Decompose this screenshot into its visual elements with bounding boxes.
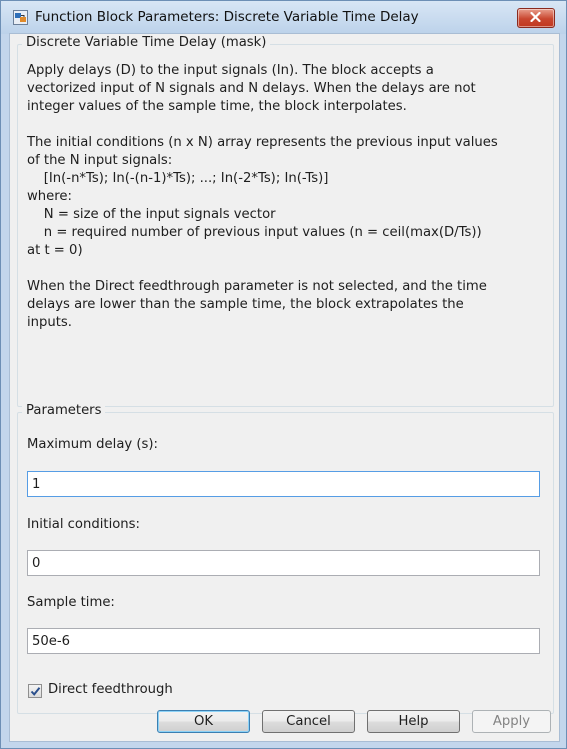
description-line: integer values of the sample time, the b…	[27, 99, 407, 114]
description-line: When the Direct feedthrough parameter is…	[27, 279, 487, 294]
description-line: N = size of the input signals vector	[27, 207, 276, 222]
dialog-window: Function Block Parameters: Discrete Vari…	[0, 0, 567, 749]
max-delay-input[interactable]	[27, 471, 540, 497]
description-line: delays are lower than the sample time, t…	[27, 297, 464, 312]
parameters-heading: Parameters	[22, 403, 106, 418]
sample-time-label: Sample time:	[27, 595, 115, 610]
description-line: [In(-n*Ts); In(-(n-1)*Ts); ...; In(-2*Ts…	[27, 171, 329, 186]
close-icon	[530, 12, 541, 22]
description-line: vectorized input of N signals and N dela…	[27, 81, 476, 96]
description-line: of the N input signals:	[27, 153, 173, 168]
parameters-group: Parameters Maximum delay (s): Initial co…	[17, 403, 554, 714]
description-line: n = required number of previous input va…	[27, 225, 482, 240]
help-button[interactable]: Help	[367, 710, 460, 733]
description-line: at t = 0)	[27, 243, 83, 258]
ok-button[interactable]: OK	[157, 710, 250, 733]
description-line: where:	[27, 189, 72, 204]
initial-conditions-input[interactable]	[27, 550, 540, 576]
description-line: The initial conditions (n x N) array rep…	[27, 135, 498, 150]
cancel-button[interactable]: Cancel	[262, 710, 355, 733]
window-title: Function Block Parameters: Discrete Vari…	[35, 9, 419, 25]
description-line: Apply delays (D) to the input signals (I…	[27, 63, 434, 78]
apply-button[interactable]: Apply	[472, 710, 551, 733]
dialog-content: Discrete Variable Time Delay (mask) Appl…	[9, 33, 560, 742]
initial-conditions-label: Initial conditions:	[27, 517, 140, 532]
simulink-block-icon	[13, 10, 28, 25]
description-line: inputs.	[27, 315, 72, 330]
direct-feedthrough-label: Direct feedthrough	[48, 682, 173, 697]
direct-feedthrough-checkbox[interactable]	[28, 684, 42, 698]
max-delay-label: Maximum delay (s):	[27, 437, 158, 452]
description-group: Discrete Variable Time Delay (mask) Appl…	[17, 35, 554, 407]
checkmark-icon	[30, 687, 41, 696]
close-button[interactable]	[517, 8, 555, 28]
sample-time-input[interactable]	[27, 628, 540, 654]
title-bar[interactable]: Function Block Parameters: Discrete Vari…	[1, 1, 566, 34]
description-heading: Discrete Variable Time Delay (mask)	[22, 35, 271, 50]
